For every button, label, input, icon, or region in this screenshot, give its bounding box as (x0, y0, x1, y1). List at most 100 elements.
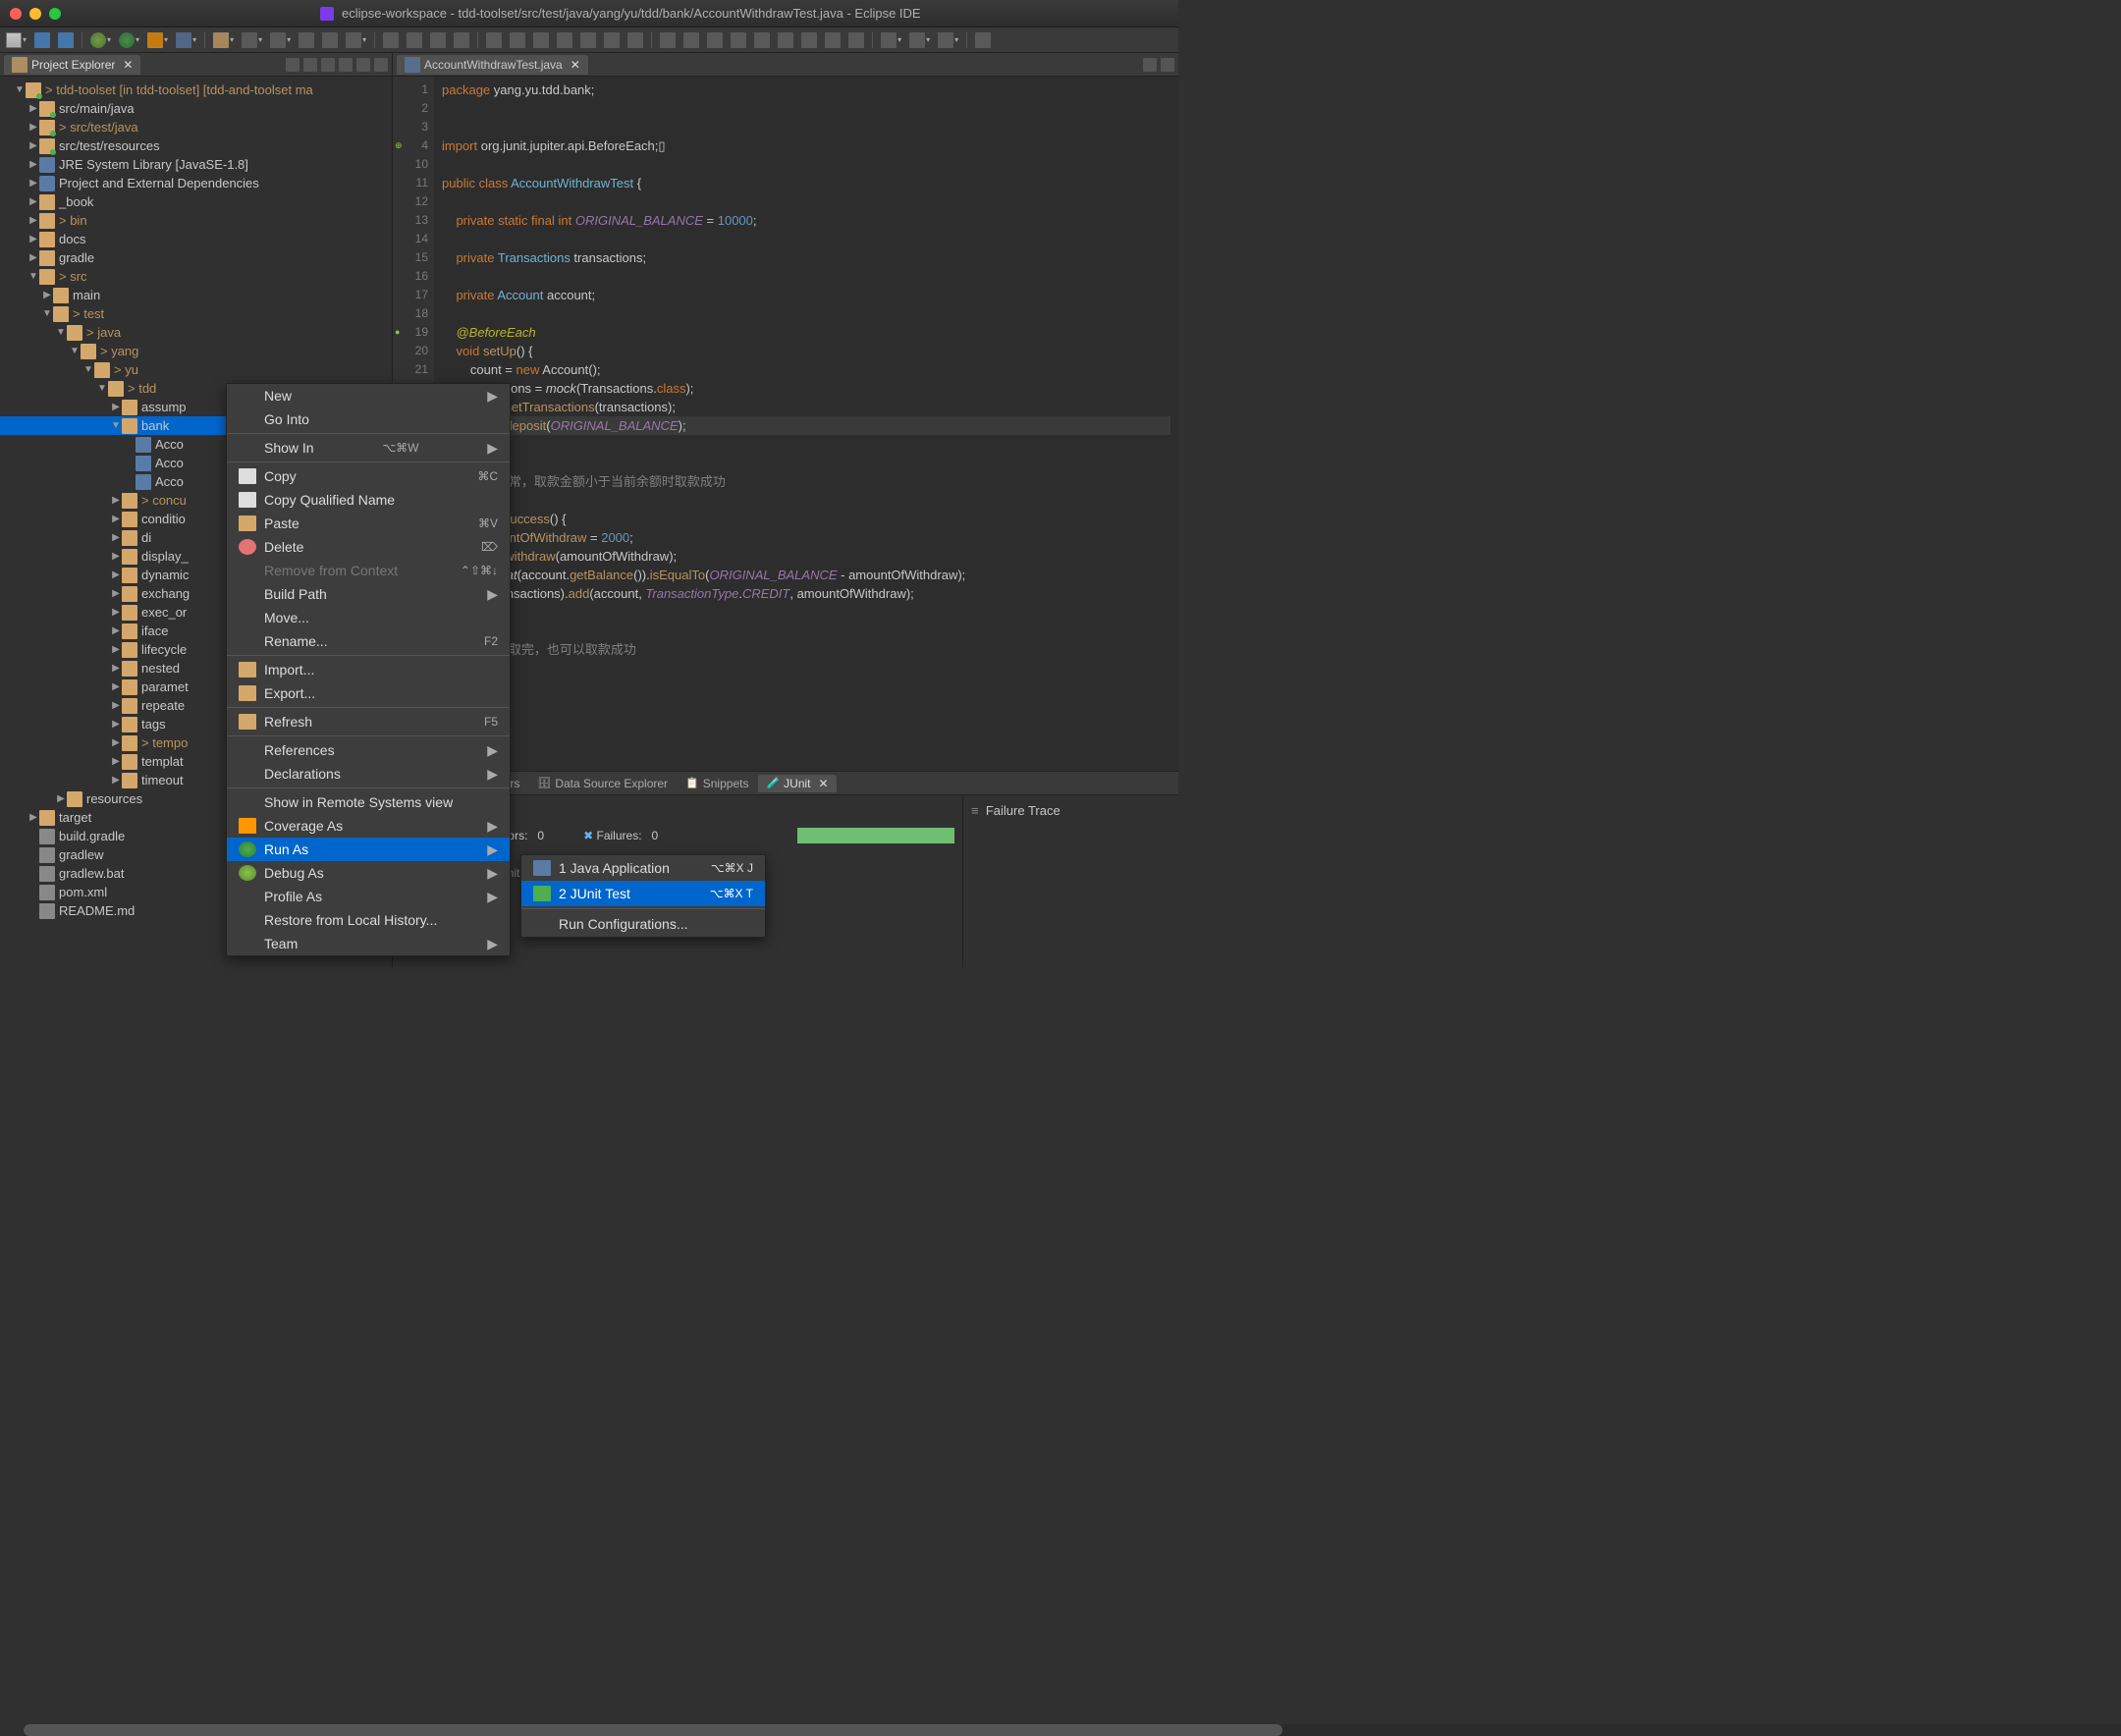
submenu-run-configurations-[interactable]: Run Configurations... (521, 911, 765, 937)
tb-generic-1[interactable] (381, 30, 401, 50)
tb-generic-3[interactable] (428, 30, 448, 50)
menu-delete[interactable]: Delete⌦ (227, 535, 510, 559)
tree-node[interactable]: ▶main (0, 286, 392, 304)
forward-button[interactable]: ▾ (936, 30, 960, 50)
maximize-button[interactable] (49, 8, 61, 20)
tree-node[interactable]: ▶_book (0, 192, 392, 211)
link-editor-icon[interactable] (303, 58, 317, 72)
panel-tab-junit[interactable]: 🧪 JUnit ✕ (758, 775, 836, 792)
menu-new[interactable]: New▶ (227, 384, 510, 407)
context-menu[interactable]: New▶Go Into Show In⌥⌘W▶ Copy⌘CCopy Qualifi… (226, 383, 511, 956)
panel-tab-data-source-explorer[interactable]: 🗄 Data Source Explorer (529, 775, 676, 792)
open-task-button[interactable] (320, 30, 340, 50)
explorer-tab[interactable]: Project Explorer ✕ (4, 55, 140, 75)
tb-generic-7[interactable] (531, 30, 551, 50)
close-icon[interactable]: ✕ (571, 58, 580, 72)
tree-node[interactable]: ▶src/test/resources (0, 136, 392, 155)
step-return-button[interactable] (799, 30, 819, 50)
new-package-button[interactable]: ▾ (211, 30, 236, 50)
minimize-icon[interactable] (1143, 58, 1157, 72)
coverage-button[interactable]: ▾ (145, 30, 170, 50)
maximize-icon[interactable] (374, 58, 388, 72)
menu-build-path[interactable]: Build Path▶ (227, 582, 510, 606)
menu-team[interactable]: Team▶ (227, 932, 510, 955)
menu-references[interactable]: References▶ (227, 738, 510, 762)
tb-generic-12[interactable]: ▾ (879, 30, 903, 50)
step-over-button[interactable] (776, 30, 795, 50)
menu-move-[interactable]: Move... (227, 606, 510, 629)
tree-node[interactable]: ▶> src/test/java (0, 118, 392, 136)
menu-show-in-remote-systems-view[interactable]: Show in Remote Systems view (227, 790, 510, 814)
menu-paste[interactable]: Paste⌘V (227, 512, 510, 535)
menu-restore-from-local-history-[interactable]: Restore from Local History... (227, 908, 510, 932)
tree-node[interactable]: ▶> bin (0, 211, 392, 230)
tb-generic-9[interactable] (578, 30, 598, 50)
tree-node[interactable]: ▼> src (0, 267, 392, 286)
menu-rename-[interactable]: Rename...F2 (227, 629, 510, 653)
tree-node[interactable]: ▼> test (0, 304, 392, 323)
submenu--java-application[interactable]: 1 Java Application⌥⌘X J (521, 855, 765, 881)
new-class-button[interactable]: ▾ (240, 30, 264, 50)
pin-button[interactable] (973, 30, 993, 50)
ext-tools-button[interactable]: ▾ (174, 30, 198, 50)
submenu--junit-test[interactable]: 2 JUnit Test⌥⌘X T (521, 881, 765, 906)
save-all-button[interactable] (56, 30, 76, 50)
run-button[interactable]: ▾ (117, 30, 141, 50)
close-icon[interactable]: ✕ (123, 58, 133, 72)
menu-profile-as[interactable]: Profile As▶ (227, 885, 510, 908)
collapse-all-icon[interactable] (286, 58, 299, 72)
debug-button[interactable]: ▾ (88, 30, 113, 50)
open-type-button[interactable] (297, 30, 316, 50)
tb-generic-4[interactable] (452, 30, 471, 50)
h-scrollbar[interactable] (24, 1724, 2121, 1736)
save-button[interactable] (32, 30, 52, 50)
menu-import-[interactable]: Import... (227, 658, 510, 681)
search-button[interactable]: ▾ (344, 30, 368, 50)
menu-refresh[interactable]: RefreshF5 (227, 710, 510, 733)
run-as-submenu[interactable]: 1 Java Application⌥⌘X J2 JUnit Test⌥⌘X T… (520, 854, 766, 938)
tree-node[interactable]: ▶gradle (0, 248, 392, 267)
editor-body[interactable]: 123⊕4101112131415161718●192021222324 pac… (393, 77, 1178, 771)
new-server-button[interactable]: ▾ (268, 30, 293, 50)
tb-generic-6[interactable] (508, 30, 527, 50)
menu-declarations[interactable]: Declarations▶ (227, 762, 510, 786)
tree-node[interactable]: ▼> java (0, 323, 392, 342)
minimize-icon[interactable] (356, 58, 370, 72)
tb-generic-10[interactable] (602, 30, 622, 50)
tb-generic-11[interactable] (625, 30, 645, 50)
tree-node[interactable]: ▶docs (0, 230, 392, 248)
tb-generic-8[interactable] (555, 30, 574, 50)
view-menu-icon[interactable] (339, 58, 353, 72)
tree-node[interactable]: ▶Project and External Dependencies (0, 174, 392, 192)
tree-node[interactable]: ▶src/main/java (0, 99, 392, 118)
menu-debug-as[interactable]: Debug As▶ (227, 861, 510, 885)
menu-coverage-as[interactable]: Coverage As▶ (227, 814, 510, 838)
tree-node[interactable]: ▼> tdd-toolset [in tdd-toolset] [tdd-and… (0, 81, 392, 99)
maximize-icon[interactable] (1161, 58, 1174, 72)
filter-icon[interactable] (321, 58, 335, 72)
menu-copy[interactable]: Copy⌘C (227, 464, 510, 488)
suspend-button[interactable] (681, 30, 701, 50)
tree-node[interactable]: ▶JRE System Library [JavaSE-1.8] (0, 155, 392, 174)
menu-go-into[interactable]: Go Into (227, 407, 510, 431)
tb-generic-5[interactable] (484, 30, 504, 50)
disconnect-button[interactable] (729, 30, 748, 50)
code-content[interactable]: package yang.yu.tdd.bank;import org.juni… (434, 77, 1178, 771)
tree-node[interactable]: ▼> yu (0, 360, 392, 379)
menu-run-as[interactable]: Run As▶ (227, 838, 510, 861)
menu-show-in[interactable]: Show In⌥⌘W▶ (227, 436, 510, 460)
terminate-button[interactable] (705, 30, 725, 50)
close-button[interactable] (10, 8, 22, 20)
panel-tab-snippets[interactable]: 📋 Snippets (678, 775, 756, 792)
drop-frame-button[interactable] (823, 30, 843, 50)
menu-copy-qualified-name[interactable]: Copy Qualified Name (227, 488, 510, 512)
minimize-button[interactable] (29, 8, 41, 20)
resume-button[interactable] (658, 30, 678, 50)
tree-node[interactable]: ▼> yang (0, 342, 392, 360)
menu-export-[interactable]: Export... (227, 681, 510, 705)
back-button[interactable]: ▾ (907, 30, 932, 50)
tb-generic-2[interactable] (405, 30, 424, 50)
use-step-filters-button[interactable] (846, 30, 866, 50)
step-into-button[interactable] (752, 30, 772, 50)
editor-tab[interactable]: AccountWithdrawTest.java ✕ (397, 55, 588, 75)
